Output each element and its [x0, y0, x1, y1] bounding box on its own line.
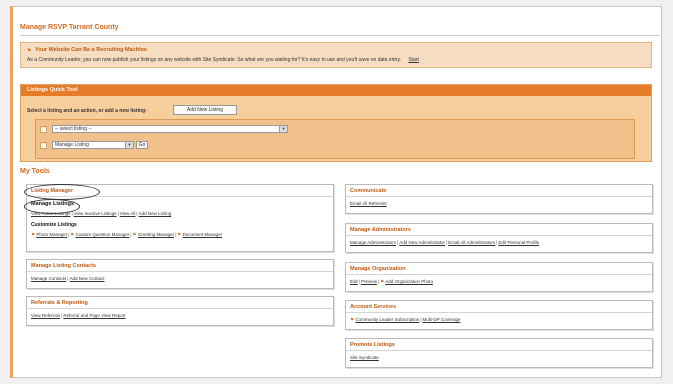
go-button[interactable]: Go — [136, 141, 148, 149]
email-all-administrators-link[interactable]: Email All Administrators — [448, 240, 495, 245]
notice-heading: Your Website Can Be a Recruiting Machine — [35, 47, 147, 53]
my-tools-heading: My Tools — [20, 168, 50, 175]
customize-listings-heading: Customize Listings — [31, 222, 77, 228]
quick-tool-header: Listings Quick Tool — [21, 85, 651, 96]
customize-links: ⚑ Photo Manager|⚑ Custom Question Manage… — [31, 232, 223, 237]
referrals-panel: Referrals & Reporting View Referrals|Ref… — [26, 296, 334, 326]
divider — [20, 35, 660, 36]
action-select-value: Manage Listing — [55, 142, 89, 148]
administrators-panel: Manage Administrators Manage Administrat… — [345, 223, 653, 253]
edit-link[interactable]: Edit — [350, 279, 358, 284]
email-all-referrals-link[interactable]: Email All Referrals — [350, 201, 387, 206]
listing-contacts-panel: Manage Listing Contacts Manage Contacts|… — [26, 259, 334, 289]
organization-title: Manage Organization — [346, 263, 652, 275]
document-manager-link[interactable]: Document Manager — [183, 232, 223, 237]
recruiting-notice: ⚑ Your Website Can Be a Recruiting Machi… — [20, 42, 652, 68]
flag-icon: ⚑ — [350, 317, 355, 322]
flag-icon: ⚑ — [380, 279, 385, 284]
account-services-panel: Account Services ⚑ Community Leader Subs… — [345, 300, 653, 330]
action-select[interactable]: Manage Listing ▼ — [52, 141, 134, 149]
flag-icon: ⚑ — [132, 232, 137, 237]
view-inactive-listings-link[interactable]: View Inactive Listings — [74, 211, 117, 216]
community-leader-subscription-link[interactable]: Community Leader Subscription — [355, 317, 419, 322]
administrators-title: Manage Administrators — [346, 224, 652, 236]
promote-listings-panel: Promote Listings Site Syndicate — [345, 338, 653, 368]
annotation-oval — [24, 199, 80, 214]
add-new-listing-button[interactable]: Add New Listing — [173, 105, 237, 115]
manage-administrators-link[interactable]: Manage Administrators — [350, 240, 396, 245]
chevron-down-icon: ▼ — [279, 126, 287, 132]
flag-icon: ⚑ — [70, 232, 75, 237]
photo-manager-link[interactable]: Photo Manager — [36, 232, 67, 237]
edit-personal-profile-link[interactable]: Edit Personal Profile — [498, 240, 539, 245]
annotation-oval — [24, 184, 100, 200]
add-new-listing-link[interactable]: Add New Listing — [139, 211, 172, 216]
notice-start-link[interactable]: Start — [408, 57, 419, 63]
view-referrals-link[interactable]: View Referrals — [31, 313, 60, 318]
account-services-title: Account Services — [346, 301, 652, 313]
notice-body: As a Community Leader, you can now publi… — [27, 57, 401, 63]
listing-select-value: -- select listing -- — [55, 126, 92, 132]
chevron-down-icon: ▼ — [125, 142, 133, 148]
communicate-panel: Communicate Email All Referrals — [345, 184, 653, 214]
flag-icon: ⚑ — [27, 48, 32, 54]
listing-row-icon — [40, 126, 47, 133]
view-all-link[interactable]: View All — [120, 211, 136, 216]
communicate-title: Communicate — [346, 185, 652, 197]
listings-quick-tool: Listings Quick Tool Select a listing and… — [20, 84, 652, 162]
flag-icon: ⚑ — [31, 232, 36, 237]
referral-report-link[interactable]: Referral and Page View Report — [63, 313, 125, 318]
listing-select[interactable]: -- select listing -- ▼ — [52, 125, 288, 133]
action-row-icon — [40, 142, 47, 149]
site-syndicate-link[interactable]: Site Syndicate — [350, 355, 379, 360]
multi-dp-coverage-link[interactable]: Multi-DP Coverage — [423, 317, 461, 322]
referrals-title: Referrals & Reporting — [27, 297, 333, 309]
manage-contacts-link[interactable]: Manage Contacts — [31, 276, 66, 281]
custom-question-manager-link[interactable]: Custom Question Manager — [76, 232, 130, 237]
quick-tool-inner: -- select listing -- ▼ Manage Listing ▼ … — [35, 119, 635, 159]
page-title: Manage RSVP Tarrant County — [20, 24, 119, 31]
quick-tool-prompt: Select a listing and an action, or add a… — [27, 108, 147, 114]
add-organization-photo-link[interactable]: Add Organization Photo — [385, 279, 433, 284]
add-new-administrator-link[interactable]: Add New Administrator — [399, 240, 445, 245]
promote-listings-title: Promote Listings — [346, 339, 652, 351]
notice-text: As a Community Leader, you can now publi… — [27, 57, 419, 63]
listing-contacts-title: Manage Listing Contacts — [27, 260, 333, 272]
organization-panel: Manage Organization Edit|Preview|⚑ Add O… — [345, 262, 653, 292]
greeting-manager-link[interactable]: Greeting Manager — [138, 232, 174, 237]
flag-icon: ⚑ — [177, 232, 182, 237]
preview-link[interactable]: Preview — [361, 279, 377, 284]
add-new-contact-link[interactable]: Add New Contact — [69, 276, 104, 281]
